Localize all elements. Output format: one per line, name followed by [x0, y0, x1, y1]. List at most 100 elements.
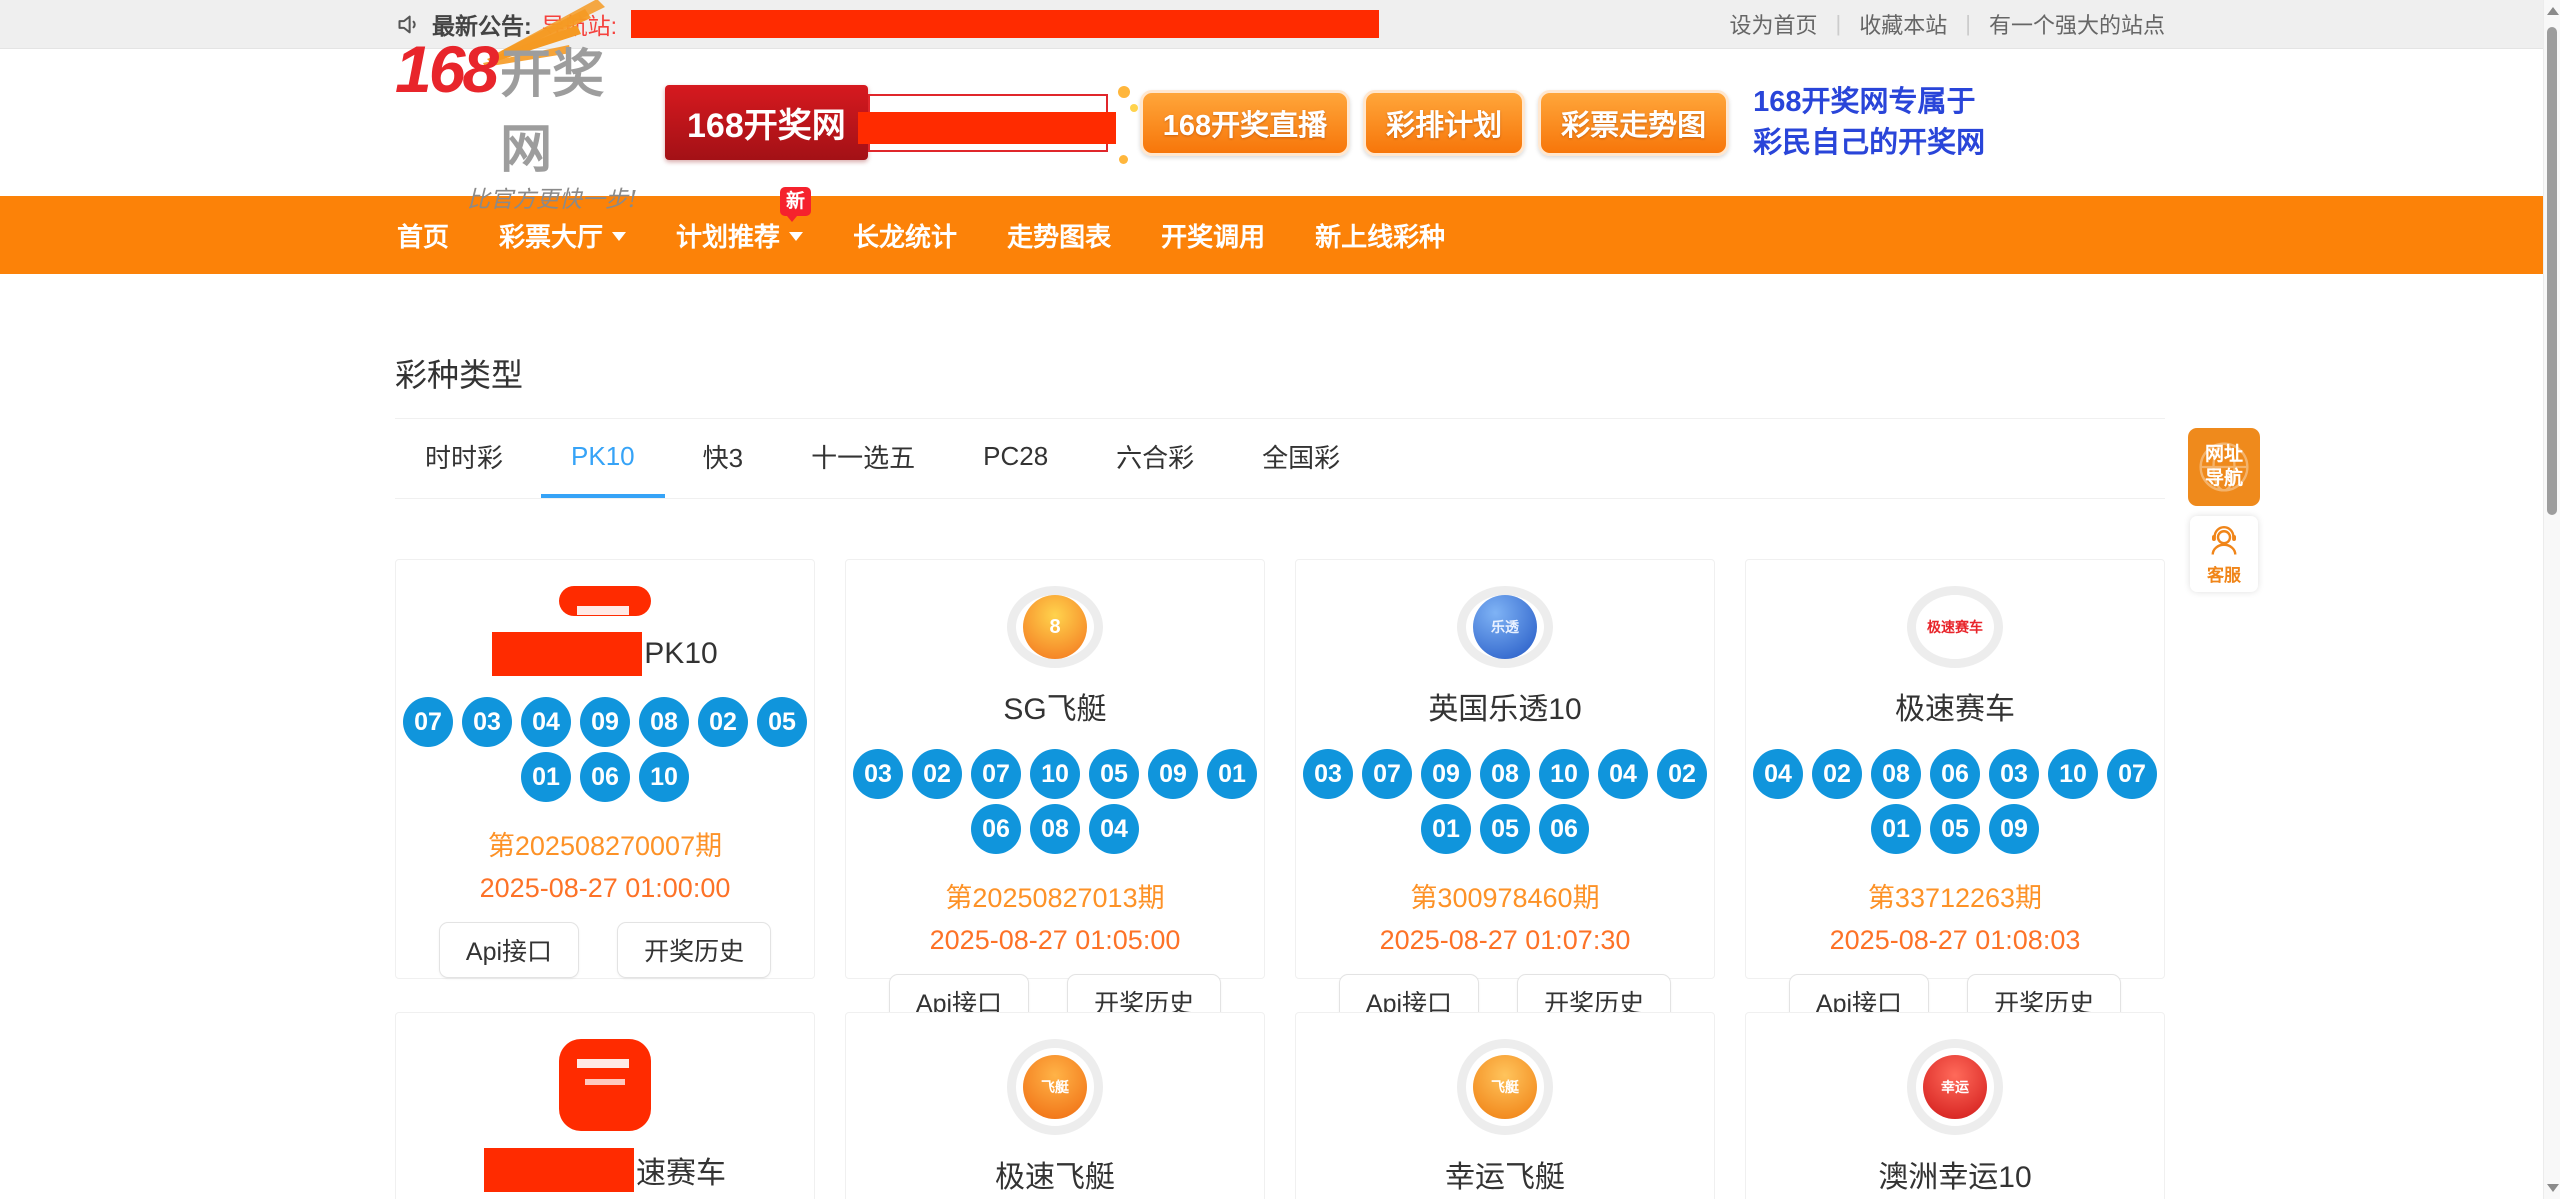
- brand-red-box[interactable]: 168开奖网: [665, 85, 868, 160]
- lottery-logo-label: 极速赛车: [1923, 595, 1987, 659]
- divider: |: [1836, 11, 1842, 37]
- site-header: 168 开奖网 比官方更快一步! 168开奖网 168开奖直播 彩排计划 彩票走…: [0, 49, 2560, 196]
- main-content: 彩种类型 时时彩 PK10 快3 十一选五 PC28 六合彩 全国彩 PK10 …: [395, 350, 2165, 1199]
- result-ball: 04: [1598, 749, 1648, 799]
- result-ball: 04: [521, 697, 571, 747]
- result-ball: 02: [698, 697, 748, 747]
- result-ball: 06: [971, 804, 1021, 854]
- result-ball: 09: [1148, 749, 1198, 799]
- nav-item-new-lotteries[interactable]: 新上线彩种: [1313, 211, 1447, 260]
- result-ball: 05: [1930, 804, 1980, 854]
- decor-dot: [1130, 104, 1138, 112]
- tab-quanguocai[interactable]: 全国彩: [1232, 419, 1370, 498]
- nav-item-trend-charts[interactable]: 走势图表: [1005, 211, 1113, 260]
- result-ball: 04: [1753, 749, 1803, 799]
- lottery-title-text: PK10: [644, 637, 717, 671]
- page-title: 彩种类型: [395, 350, 2165, 396]
- plan-button[interactable]: 彩排计划: [1363, 90, 1525, 156]
- result-ball: 03: [1989, 749, 2039, 799]
- nav-item-draw-api[interactable]: 开奖调用: [1159, 211, 1267, 260]
- tab-kuai3[interactable]: 快3: [673, 419, 773, 498]
- result-ball: 01: [1207, 749, 1257, 799]
- result-ball: 03: [1303, 749, 1353, 799]
- lottery-card: 乐透 英国乐透10 03070908100402010506 第30097846…: [1295, 559, 1715, 979]
- history-button[interactable]: 开奖历史: [617, 922, 771, 978]
- decor-dot: [1118, 86, 1130, 98]
- slogan-line-1: 168开奖网专属于: [1753, 82, 1985, 123]
- nav-item-plan-recommend[interactable]: 计划推荐新: [674, 211, 805, 260]
- lottery-title-text: 速赛车: [636, 1148, 726, 1192]
- floating-widgets: 网址 导航 客服: [2188, 428, 2260, 592]
- tab-pk10[interactable]: PK10: [541, 419, 665, 498]
- result-ball: 02: [912, 749, 962, 799]
- lottery-type-tabs: 时时彩 PK10 快3 十一选五 PC28 六合彩 全国彩: [395, 419, 2165, 499]
- trend-chart-button[interactable]: 彩票走势图: [1538, 90, 1729, 156]
- redaction-block: [492, 632, 642, 676]
- powerful-site-link[interactable]: 有一个强大的站点: [1989, 8, 2165, 40]
- bookmark-site-link[interactable]: 收藏本站: [1859, 8, 1947, 40]
- logo-number: 168: [395, 31, 496, 107]
- lottery-title-text: SG飞艇: [1003, 684, 1106, 728]
- scrollbar[interactable]: [2543, 0, 2560, 1199]
- nav-item-streak-stats[interactable]: 长龙统计: [851, 211, 959, 260]
- lottery-title: 英国乐透10: [1428, 684, 1581, 728]
- lottery-card: 幸运 澳洲幸运10 04090705010203: [1745, 1012, 2165, 1199]
- lottery-title: 速赛车: [484, 1147, 726, 1193]
- nav-label: 走势图表: [1007, 217, 1111, 254]
- tab-shishicai[interactable]: 时时彩: [395, 419, 533, 498]
- nav-item-lottery-hall[interactable]: 彩票大厅: [497, 211, 628, 260]
- site-logo[interactable]: 168 开奖网 比官方更快一步!: [395, 31, 647, 214]
- lottery-title: 澳洲幸运10: [1878, 1151, 2031, 1197]
- scroll-down-arrow-icon[interactable]: [2547, 1184, 2559, 1192]
- draw-time: 2025-08-27 01:07:30: [1380, 925, 1631, 956]
- nav-label: 计划推荐: [676, 217, 780, 254]
- nav-label: 长龙统计: [853, 217, 957, 254]
- scroll-up-arrow-icon[interactable]: [2547, 7, 2559, 15]
- api-button[interactable]: Api接口: [439, 922, 579, 978]
- draw-period: 第300978460期: [1410, 876, 1599, 915]
- nav-widget-line1: 网址: [2205, 443, 2243, 467]
- lottery-logo-label: 飞艇: [1023, 1055, 1087, 1119]
- chevron-down-icon: [789, 232, 803, 248]
- nav-item-home[interactable]: 首页: [395, 211, 451, 260]
- customer-service-widget[interactable]: 客服: [2190, 516, 2258, 592]
- tab-liuhecai[interactable]: 六合彩: [1086, 419, 1224, 498]
- lottery-logo-icon: 极速赛车: [1907, 586, 2003, 668]
- lottery-card: 极速赛车 极速赛车 04020806031007010509 第33712263…: [1745, 559, 2165, 979]
- nav-label: 彩票大厅: [499, 217, 603, 254]
- site-nav-widget[interactable]: 网址 导航: [2188, 428, 2260, 506]
- result-ball: 02: [1812, 749, 1862, 799]
- result-ball: 01: [521, 752, 571, 802]
- lottery-card: 速赛车 07050408010902: [395, 1012, 815, 1199]
- lottery-title-text: 澳洲幸运10: [1878, 1152, 2031, 1196]
- result-ball: 05: [757, 697, 807, 747]
- result-ball: 09: [1989, 804, 2039, 854]
- nav-label: 新上线彩种: [1315, 217, 1445, 254]
- result-ball: 05: [1480, 804, 1530, 854]
- lottery-title-text: 极速飞艇: [995, 1152, 1115, 1196]
- decor-dot: [1119, 155, 1128, 164]
- lottery-logo-label: 飞艇: [1473, 1055, 1537, 1119]
- lottery-card: 飞艇 幸运飞艇 03021007040801: [1295, 1012, 1715, 1199]
- draw-time: 2025-08-27 01:00:00: [480, 873, 731, 904]
- new-badge: 新: [780, 187, 811, 216]
- set-homepage-link[interactable]: 设为首页: [1730, 8, 1818, 40]
- result-ball: 01: [1421, 804, 1471, 854]
- tab-shiyixuanwu[interactable]: 十一选五: [781, 419, 945, 498]
- tab-pc28[interactable]: PC28: [953, 419, 1078, 498]
- cards-grid: PK10 07030409080205010610 第202508270007期…: [395, 559, 2165, 1199]
- scrollbar-thumb[interactable]: [2547, 27, 2557, 515]
- lottery-logo-icon: 幸运: [1907, 1039, 2003, 1135]
- live-draw-button[interactable]: 168开奖直播: [1140, 90, 1350, 156]
- lottery-logo-icon: 飞艇: [1007, 1039, 1103, 1135]
- result-ball: 03: [462, 697, 512, 747]
- lottery-card: 8 SG飞艇 03020710050901060804 第20250827013…: [845, 559, 1265, 979]
- lottery-title-text: 极速赛车: [1895, 684, 2015, 728]
- main-nav: 首页 彩票大厅 计划推荐新 长龙统计 走势图表 开奖调用 新上线彩种: [0, 196, 2560, 274]
- result-ball: 03: [853, 749, 903, 799]
- lottery-title: 极速赛车: [1895, 684, 2015, 728]
- result-numbers: 03020710050901060804: [853, 744, 1257, 854]
- result-numbers: 03070908100402010506: [1303, 744, 1707, 854]
- result-ball: 10: [1539, 749, 1589, 799]
- result-ball: 06: [1930, 749, 1980, 799]
